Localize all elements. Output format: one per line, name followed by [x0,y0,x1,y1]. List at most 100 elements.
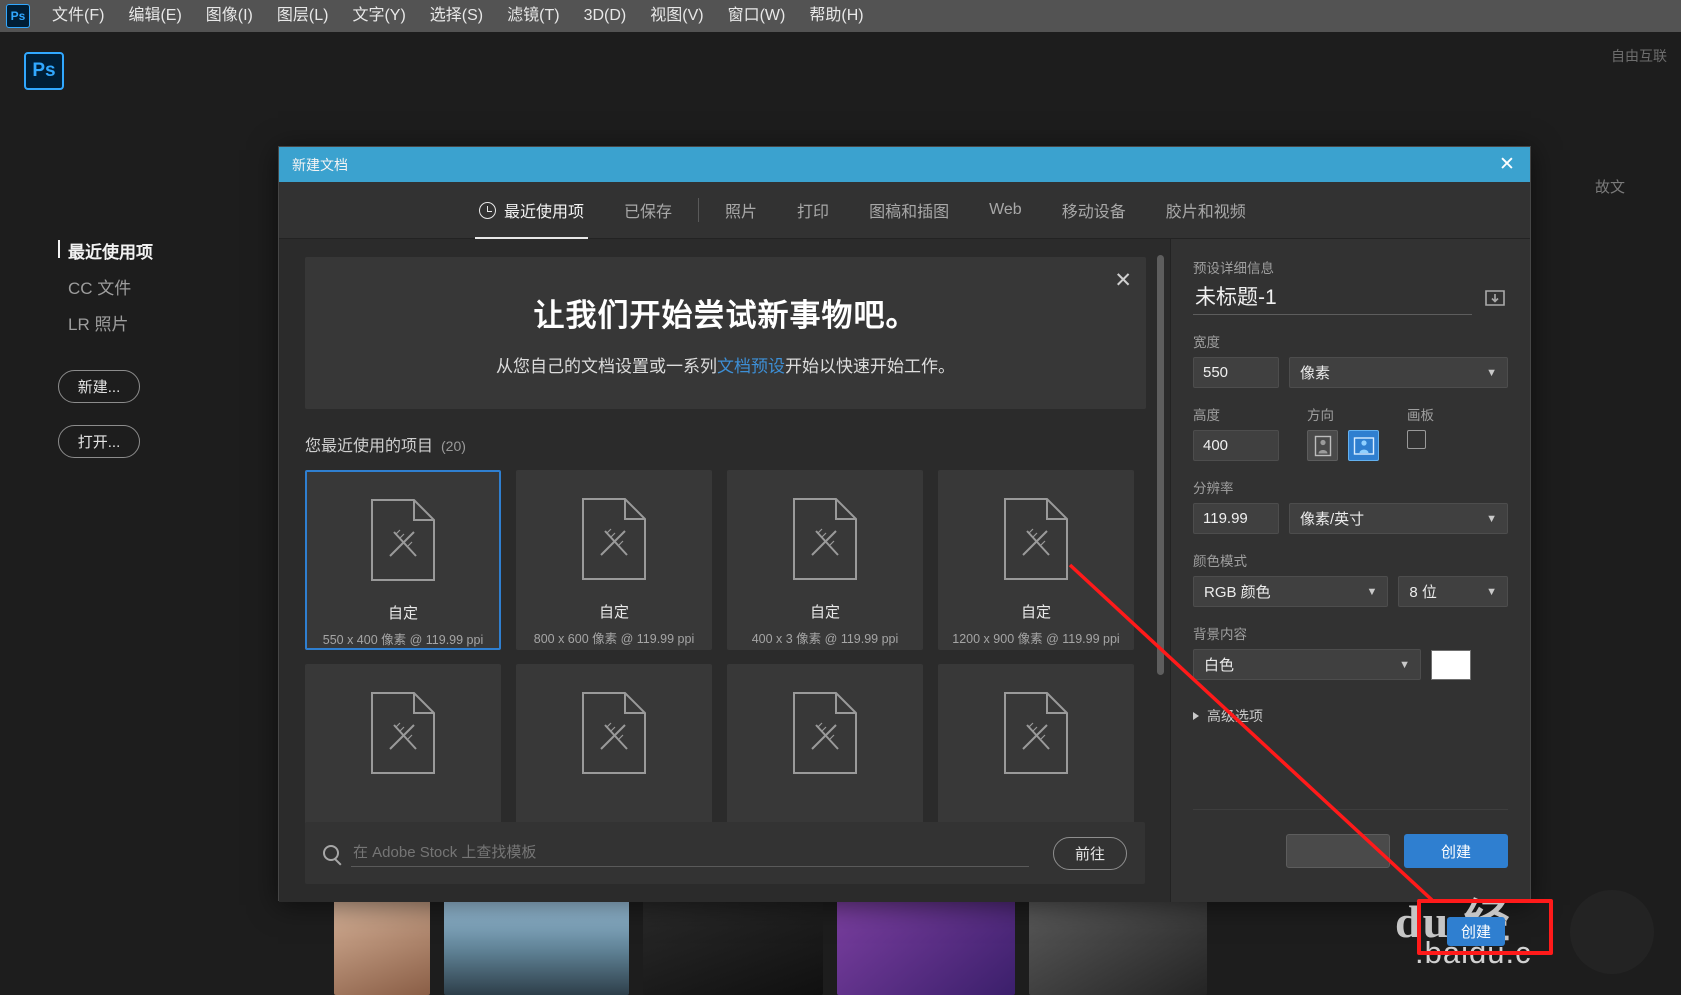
main-scrollbar[interactable] [1157,255,1164,880]
chevron-down-icon: ▼ [1486,585,1497,598]
menu-item-help[interactable]: 帮助(H) [797,0,875,32]
main-scrollbar-thumb[interactable] [1157,255,1164,675]
panel-divider [1193,809,1508,810]
promo-subtext: 从您自己的文档设置或一系列文档预设开始以快速开始工作。 [496,352,955,377]
save-preset-icon[interactable] [1482,288,1508,310]
new-document-button[interactable]: 新建... [58,370,140,403]
background-color-swatch[interactable] [1431,649,1471,680]
goto-button[interactable]: 前往 [1053,836,1127,870]
recent-card-dimensions: 800 x 600 像素 @ 119.99 ppi [533,632,695,646]
promo-close-icon[interactable]: ✕ [1114,268,1132,293]
resolution-unit-value: 像素/英寸 [1300,511,1365,528]
resolution-label: 分辨率 [1193,481,1234,496]
recent-card[interactable]: 自定 1200 x 900 像素 @ 119.99 ppi [938,470,1134,650]
background-row: 白色 ▼ [1193,649,1508,680]
dialog-close-button[interactable] [1286,834,1390,868]
thumbnail-item[interactable] [334,900,430,995]
orientation-buttons [1307,430,1379,461]
recent-card-name: 自定 [598,604,629,621]
menu-item-layer[interactable]: 图层(L) [265,0,341,32]
tab-web[interactable]: Web [969,182,1042,239]
menu-item-select[interactable]: 选择(S) [418,0,495,32]
thumbnail-item[interactable] [643,900,823,995]
promo-subtext-prefix: 从您自己的文档设置或一系列 [496,356,717,376]
start-nav: 最近使用项 CC 文件 LR 照片 [58,238,258,346]
document-preset-icon [582,498,646,580]
screen-root: Ps 文件(F) 编辑(E) 图像(I) 图层(L) 文字(Y) 选择(S) 滤… [0,0,1681,995]
tab-photo[interactable]: 照片 [705,182,777,239]
width-row: 像素 ▼ [1193,357,1508,388]
close-icon[interactable]: ✕ [1484,147,1530,182]
document-preset-link[interactable]: 文档预设 [717,357,785,376]
document-preset-icon [1004,692,1068,774]
color-mode-select[interactable]: RGB 颜色 ▼ [1193,576,1389,607]
recent-card[interactable] [305,664,501,844]
menu-item-filter[interactable]: 滤镜(T) [495,0,571,32]
search-icon [323,845,339,861]
recent-items-heading: 您最近使用的项目 (20) [305,432,1146,456]
tab-label: 移动设备 [1061,204,1126,221]
document-name-row [1193,282,1508,315]
recent-card[interactable] [727,664,923,844]
portrait-orientation-icon[interactable] [1307,430,1338,461]
start-nav-item-cc-files[interactable]: CC 文件 [58,274,258,299]
resolution-unit-select[interactable]: 像素/英寸 ▼ [1289,503,1508,534]
preset-details-title: 预设详细信息 [1193,261,1274,276]
start-nav-item-lr-photos[interactable]: LR 照片 [58,310,258,335]
width-input[interactable] [1193,357,1279,388]
recent-card[interactable] [516,664,712,844]
tab-film-video[interactable]: 胶片和视频 [1146,182,1266,239]
create-button[interactable]: 创建 [1404,834,1508,868]
thumbnail-item[interactable] [1029,900,1207,995]
recent-card-name: 自定 [1020,604,1051,621]
advanced-options-toggle[interactable]: 高级选项 [1193,706,1508,726]
annotated-create-button[interactable]: 创建 [1447,917,1506,946]
height-group: 高度 [1193,404,1279,461]
tab-print[interactable]: 打印 [777,182,849,239]
resolution-input[interactable] [1193,503,1279,534]
recent-items-count: (20) [441,438,466,454]
tab-divider [698,198,700,222]
bit-depth-select[interactable]: 8 位 ▼ [1398,576,1508,607]
chevron-down-icon: ▼ [1486,366,1497,379]
start-nav-item-recent[interactable]: 最近使用项 [58,238,258,263]
recent-card-name: 自定 [387,605,418,622]
height-input[interactable] [1193,430,1279,461]
document-preset-icon [1004,498,1068,580]
artboard-label: 画板 [1407,408,1434,423]
menu-item-type[interactable]: 文字(Y) [340,0,417,32]
recent-card[interactable]: 自定 800 x 600 像素 @ 119.99 ppi [516,470,712,650]
open-document-button[interactable]: 打开... [58,425,140,458]
recent-card-dimensions: 400 x 3 像素 @ 119.99 ppi [751,632,899,646]
background-label: 背景内容 [1193,627,1247,642]
tab-art-illustration[interactable]: 图稿和插图 [849,182,969,239]
height-label: 高度 [1193,408,1220,423]
resolution-row: 像素/英寸 ▼ [1193,503,1508,534]
thumbnail-item[interactable] [444,900,629,995]
tab-mobile[interactable]: 移动设备 [1042,182,1146,239]
tab-recent[interactable]: 最近使用项 [459,182,604,239]
document-name-input[interactable] [1193,282,1472,315]
tab-saved[interactable]: 已保存 [604,182,692,239]
menu-item-3d[interactable]: 3D(D) [572,0,639,32]
artboard-checkbox[interactable] [1407,430,1426,449]
width-unit-select[interactable]: 像素 ▼ [1289,357,1508,388]
dialog-tab-bar: 最近使用项 已保存 照片 打印 图稿和插图 Web 移动设备 胶片和视频 [279,182,1530,239]
menu-item-image[interactable]: 图像(I) [194,0,265,32]
recent-card[interactable] [938,664,1134,844]
menu-item-edit[interactable]: 编辑(E) [116,0,193,32]
chevron-down-icon: ▼ [1366,585,1378,598]
recent-card[interactable]: 自定 400 x 3 像素 @ 119.99 ppi [727,470,923,650]
menu-item-file[interactable]: 文件(F) [40,0,116,32]
stock-search-input[interactable] [351,839,1029,867]
tab-label: 最近使用项 [504,204,585,221]
bit-depth-value: 8 位 [1409,584,1437,601]
landscape-orientation-icon[interactable] [1348,430,1379,461]
thumbnail-item[interactable] [837,900,1015,995]
background-select[interactable]: 白色 ▼ [1193,649,1421,680]
menu-item-view[interactable]: 视图(V) [638,0,715,32]
recent-card[interactable]: 自定 550 x 400 像素 @ 119.99 ppi [305,470,501,650]
photoshop-home-logo-icon: Ps [24,52,64,90]
chevron-right-icon [1193,712,1199,720]
menu-item-window[interactable]: 窗口(W) [716,0,798,32]
